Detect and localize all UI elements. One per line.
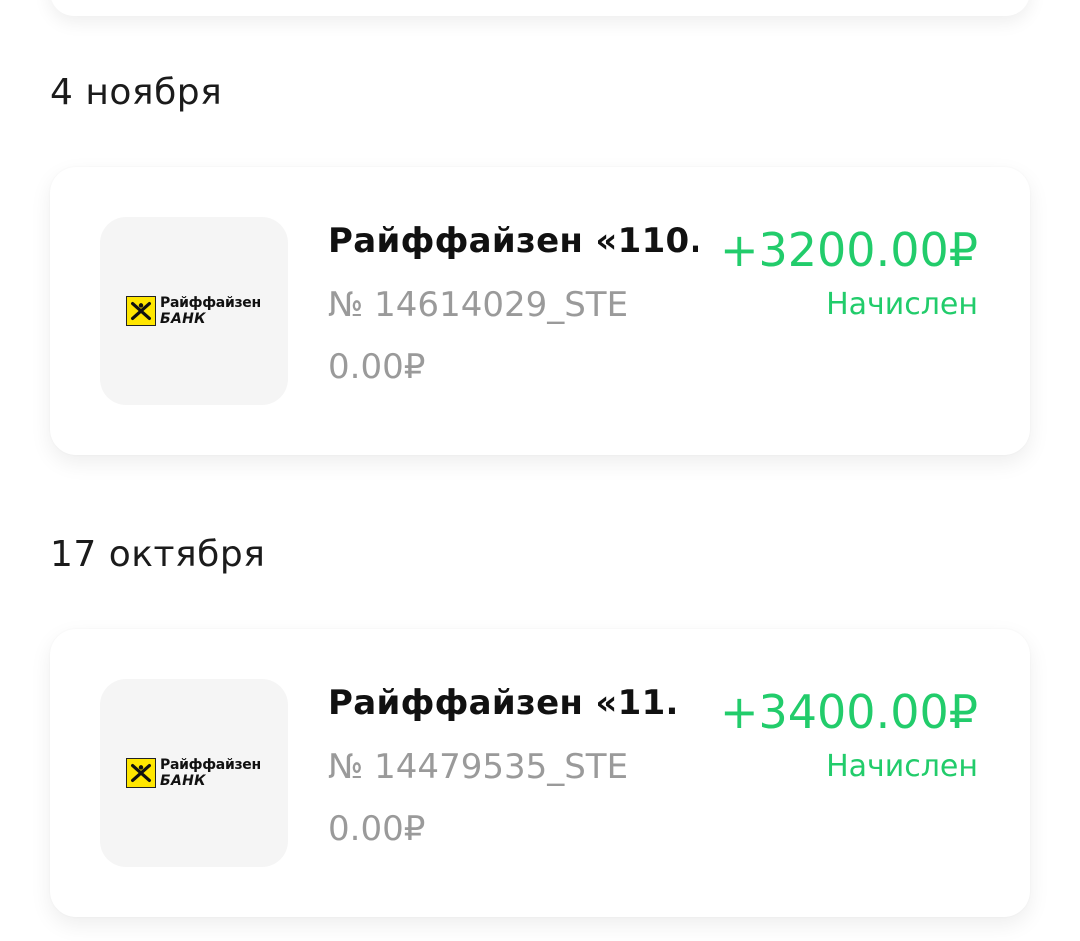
logo-text-line1: Райффайзен — [160, 757, 261, 773]
logo-text-line2: БАНК — [160, 311, 206, 327]
previous-transaction-card[interactable] — [50, 0, 1030, 16]
raiffeisen-logo-icon: Райффайзен БАНК — [126, 757, 266, 791]
date-header: 17 октября — [50, 534, 266, 575]
transaction-amount: +3200.00₽ — [719, 223, 978, 277]
transaction-title: Райффайзен «110... — [328, 221, 698, 261]
transaction-number: № 14614029_STE — [328, 285, 629, 325]
transaction-status: Начислен — [826, 749, 978, 784]
bank-logo-container: Райффайзен БАНК — [100, 679, 288, 867]
bank-logo-container: Райффайзен БАНК — [100, 217, 288, 405]
logo-mark-icon — [126, 758, 156, 788]
transaction-card[interactable]: Райффайзен БАНК Райффайзен «11... № 1447… — [50, 629, 1030, 917]
transaction-sub-amount: 0.00₽ — [328, 809, 426, 849]
logo-mark-icon — [126, 296, 156, 326]
date-header: 4 ноября — [50, 72, 223, 113]
transaction-card[interactable]: Райффайзен БАНК Райффайзен «110... № 146… — [50, 167, 1030, 455]
transaction-title: Райффайзен «11... — [328, 683, 678, 723]
transaction-sub-amount: 0.00₽ — [328, 347, 426, 387]
transactions-page: 4 ноября Райффайзен БАНК Райффайзен «110… — [0, 0, 1080, 941]
logo-text-line1: Райффайзен — [160, 295, 261, 311]
logo-text-line2: БАНК — [160, 773, 206, 789]
raiffeisen-logo-icon: Райффайзен БАНК — [126, 295, 266, 329]
transaction-amount: +3400.00₽ — [719, 685, 978, 739]
transaction-status: Начислен — [826, 287, 978, 322]
transaction-number: № 14479535_STE — [328, 747, 629, 787]
